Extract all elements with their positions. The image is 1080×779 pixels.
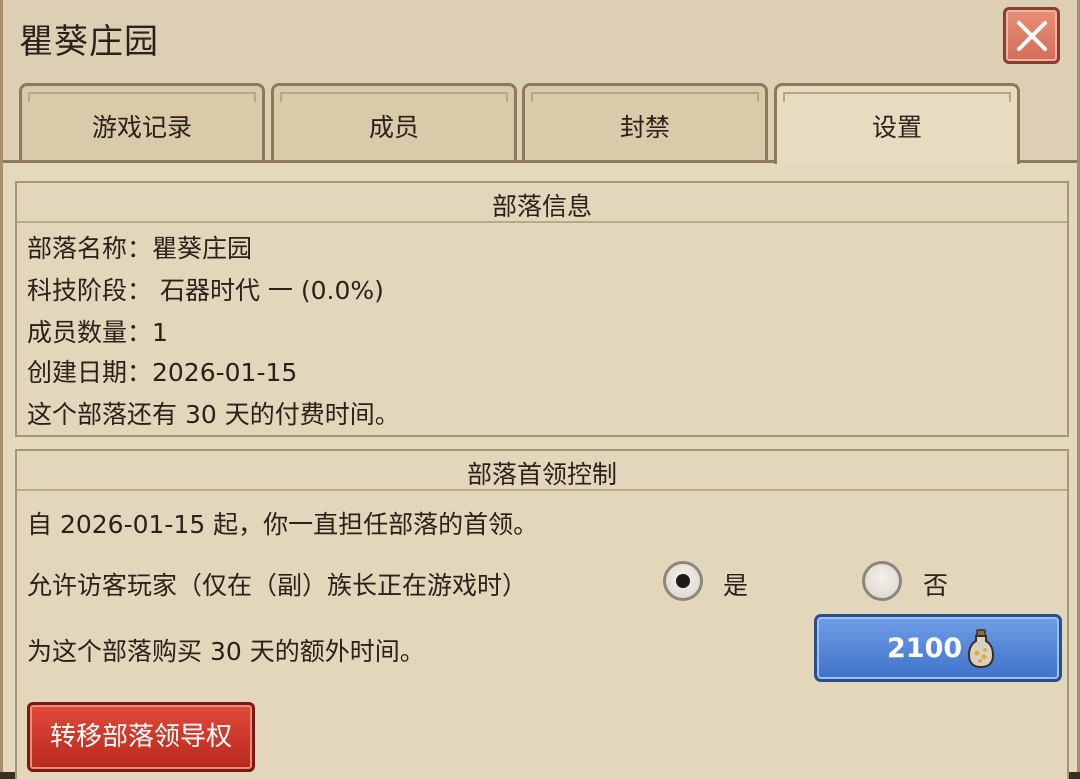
radio-selected-dot	[676, 574, 690, 588]
settings-content: 部落信息 部落名称：瞿葵庄园 科技阶段： 石器时代 一 (0.0%) 成员数量：…	[3, 160, 1077, 779]
buy-time-button[interactable]: 2100	[814, 614, 1062, 682]
allow-visitors-no-radio[interactable]	[862, 561, 902, 601]
tab-members[interactable]: 成员	[271, 83, 517, 160]
close-icon	[1017, 21, 1047, 51]
divider	[17, 221, 1067, 223]
allow-visitors-yes-radio[interactable]	[663, 561, 703, 601]
tribe-name-line: 部落名称：瞿葵庄园	[27, 234, 253, 263]
created-date-line: 创建日期：2026-01-15	[27, 358, 298, 387]
window-header: 瞿葵庄园 游戏记录 成员 封禁 设置	[3, 0, 1077, 164]
leader-since-text: 自 2026-01-15 起，你一直担任部落的首领。	[27, 510, 539, 539]
allow-visitors-label: 允许访客玩家（仅在（副）族长正在游戏时）	[27, 571, 528, 600]
tab-bans[interactable]: 封禁	[522, 83, 768, 160]
buy-time-text: 为这个部落购买 30 天的额外时间。	[27, 637, 425, 666]
tab-game-log[interactable]: 游戏记录	[19, 83, 265, 160]
divider	[17, 489, 1067, 491]
allow-visitors-no-label[interactable]: 否	[923, 566, 948, 602]
leader-control-title: 部落首领控制	[466, 460, 617, 489]
tribe-info-title: 部落信息	[491, 192, 592, 221]
tribe-window: 瞿葵庄园 游戏记录 成员 封禁 设置 部落信息 部落名称：瞿葵庄园 科技阶段： …	[0, 0, 1080, 779]
allow-visitors-yes-label[interactable]: 是	[723, 566, 748, 602]
tribe-info-panel: 部落信息 部落名称：瞿葵庄园 科技阶段： 石器时代 一 (0.0%) 成员数量：…	[15, 181, 1069, 437]
leader-control-panel: 部落首领控制 自 2026-01-15 起，你一直担任部落的首领。 允许访客玩家…	[15, 449, 1069, 779]
transfer-leadership-button[interactable]: 转移部落领导权	[27, 702, 255, 772]
member-count-line: 成员数量：1	[27, 318, 168, 347]
potion-bottle-icon	[967, 629, 995, 669]
window-title: 瞿葵庄园	[19, 22, 159, 62]
paid-time-line: 这个部落还有 30 天的付费时间。	[27, 400, 400, 429]
close-button[interactable]	[1003, 7, 1060, 64]
buy-time-price: 2100	[887, 633, 963, 664]
tech-stage-line: 科技阶段： 石器时代 一 (0.0%)	[27, 276, 384, 305]
tab-settings[interactable]: 设置	[774, 83, 1020, 164]
